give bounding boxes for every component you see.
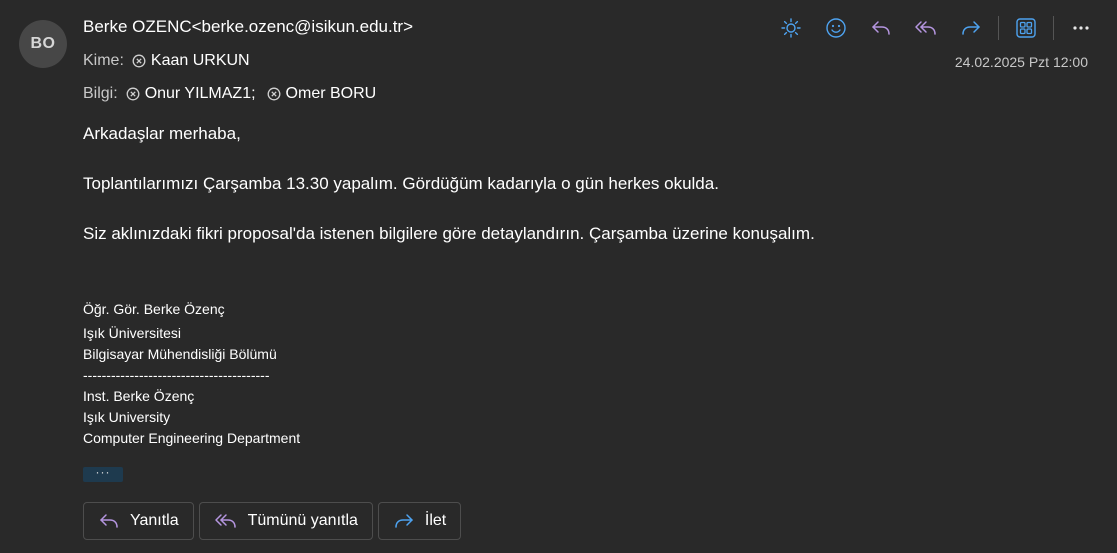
toolbar-divider xyxy=(1053,16,1054,40)
reply-all-icon[interactable] xyxy=(910,14,942,42)
forward-icon[interactable] xyxy=(955,14,987,42)
forward-button[interactable]: İlet xyxy=(377,502,462,540)
recipient-name: Omer BORU xyxy=(285,85,377,102)
remove-recipient-icon xyxy=(267,87,280,101)
forward-label: İlet xyxy=(424,512,447,529)
apps-icon[interactable] xyxy=(1010,14,1042,42)
sun-icon[interactable] xyxy=(775,14,807,42)
signature-line: Computer Engineering Department xyxy=(83,430,301,446)
message-date: 24.02.2025 Pzt 12:00 xyxy=(954,54,1088,70)
message-toolbar xyxy=(762,14,1097,42)
cc-label: Bilgi: xyxy=(83,85,118,102)
recipient-name: Onur YILMAZ1; xyxy=(144,85,256,102)
signature-line: Inst. Berke Özenç xyxy=(83,388,195,404)
body-greeting: Arkadaşlar merhaba, xyxy=(83,124,241,143)
signature-line: Öğr. Gör. Berke Özenç xyxy=(83,301,225,317)
more-icon[interactable] xyxy=(1065,14,1097,42)
emoji-icon[interactable] xyxy=(820,14,852,42)
body-paragraph-1: Toplantılarımızı Çarşamba 13.30 yapalım.… xyxy=(83,174,719,193)
cc-line: Bilgi: Onur YILMAZ1; Omer BORU xyxy=(83,85,376,103)
body-paragraph-2: Siz aklınızdaki fikri proposal'da istene… xyxy=(83,224,815,243)
reply-icon xyxy=(100,514,118,528)
forward-icon xyxy=(395,514,413,528)
signature-line: Işık Üniversitesi xyxy=(83,325,182,341)
recipient-cc[interactable]: Onur YILMAZ1; xyxy=(126,85,256,103)
remove-recipient-icon xyxy=(126,87,140,101)
recipient-to[interactable]: Kaan URKUN xyxy=(132,52,250,70)
to-label: Kime: xyxy=(83,52,124,69)
reply-all-icon xyxy=(214,514,236,528)
reply-all-label: Tümünü yanıtla xyxy=(247,512,358,529)
action-bar: Yanıtla Tümünü yanıtla İlet xyxy=(83,502,466,540)
to-line: Kime: Kaan URKUN xyxy=(83,52,250,70)
recipient-cc[interactable]: Omer BORU xyxy=(267,85,377,103)
avatar[interactable]: BO xyxy=(19,20,67,68)
show-more-button[interactable]: ··· xyxy=(83,466,123,482)
reply-button[interactable]: Yanıtla xyxy=(83,502,194,540)
reply-label: Yanıtla xyxy=(130,512,179,529)
remove-recipient-icon xyxy=(132,54,146,68)
signature-separator: ---------------------------------------- xyxy=(83,367,270,383)
signature-line: Işık University xyxy=(83,409,171,425)
toolbar-divider xyxy=(998,16,999,40)
reply-icon[interactable] xyxy=(865,14,897,42)
signature-line: Bilgisayar Mühendisliği Bölümü xyxy=(83,346,277,362)
reply-all-button[interactable]: Tümünü yanıtla xyxy=(198,502,373,540)
sender-name[interactable]: Berke OZENC<berke.ozenc@isikun.edu.tr> xyxy=(83,17,413,37)
recipient-name: Kaan URKUN xyxy=(150,52,250,69)
